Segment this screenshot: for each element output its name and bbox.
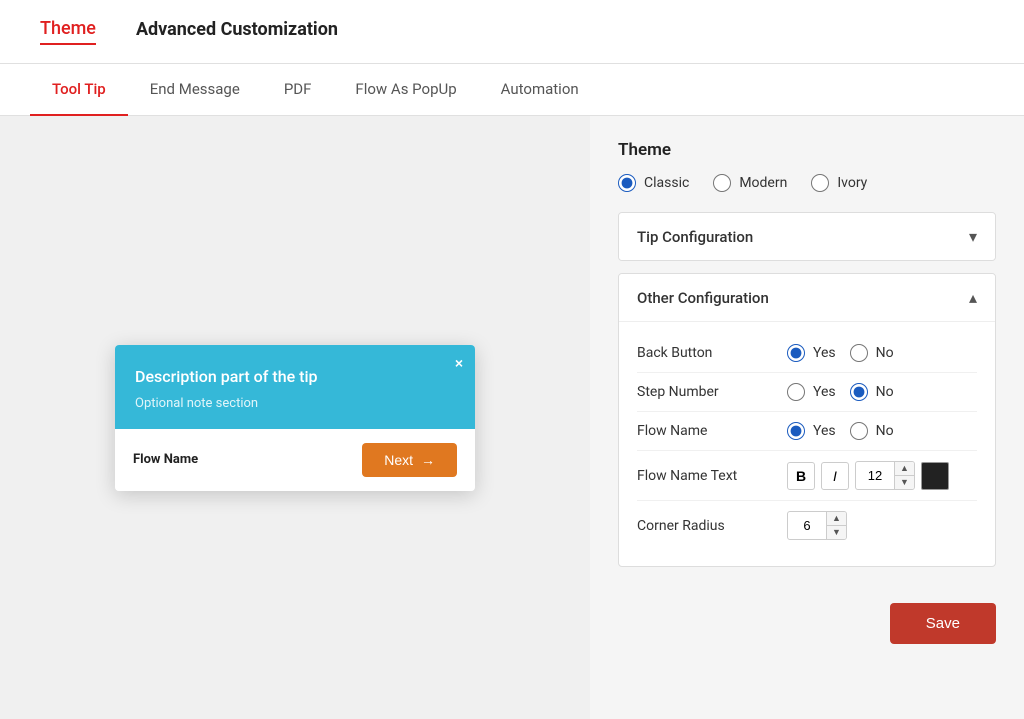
save-row: Save [618,583,996,644]
italic-button[interactable]: I [821,462,849,490]
step-number-controls: Yes No [787,383,894,401]
other-configuration-body: Back Button Yes No [619,321,995,566]
tab-flow-popup[interactable]: Flow As PopUp [333,64,478,116]
font-size-spinner: ▲ ▼ [894,462,914,489]
theme-section: Theme Classic Modern Ivory [618,140,996,192]
top-nav: Theme Advanced Customization [0,0,1024,64]
bold-button[interactable]: B [787,462,815,490]
tab-bar: Tool Tip End Message PDF Flow As PopUp A… [0,64,1024,116]
font-size-input-group: ▲ ▼ [855,461,915,490]
back-button-no-option[interactable]: No [850,344,894,362]
font-size-up-button[interactable]: ▲ [895,462,914,476]
flow-name-no-label: No [876,423,894,439]
theme-classic-option[interactable]: Classic [618,174,689,192]
flow-name-controls: Yes No [787,422,894,440]
preview-area: × Description part of the tip Optional n… [0,116,590,719]
color-swatch[interactable] [921,462,949,490]
back-button-no-radio[interactable] [850,344,868,362]
corner-radius-input[interactable] [788,514,826,537]
tab-tooltip[interactable]: Tool Tip [30,64,128,116]
app-container: Theme Advanced Customization Tool Tip En… [0,0,1024,719]
theme-ivory-radio[interactable] [811,174,829,192]
corner-radius-row: Corner Radius ▲ ▼ [637,501,977,550]
next-arrow-icon: → [421,452,435,468]
flow-name-no-radio[interactable] [850,422,868,440]
flow-name-label: Flow Name [133,452,198,467]
flow-name-yes-label: Yes [813,423,836,439]
main-content: × Description part of the tip Optional n… [0,116,1024,719]
back-button-yes-option[interactable]: Yes [787,344,836,362]
back-button-controls: Yes No [787,344,894,362]
tooltip-footer: Flow Name Next → [115,429,475,491]
tooltip-preview: × Description part of the tip Optional n… [115,345,475,491]
theme-ivory-label: Ivory [837,175,867,191]
back-button-label: Back Button [637,345,787,361]
corner-radius-down-button[interactable]: ▼ [827,526,846,539]
other-configuration-chevron: ▴ [969,288,977,307]
tooltip-note: Optional note section [135,396,455,411]
tooltip-title: Description part of the tip [135,367,455,386]
flow-name-row: Flow Name Yes No [637,412,977,451]
top-nav-advanced[interactable]: Advanced Customization [136,19,338,44]
back-button-no-label: No [876,345,894,361]
theme-modern-label: Modern [739,175,787,191]
tooltip-header: × Description part of the tip Optional n… [115,345,475,429]
flow-name-no-option[interactable]: No [850,422,894,440]
back-button-row: Back Button Yes No [637,334,977,373]
tab-pdf[interactable]: PDF [262,64,334,116]
tip-configuration-header[interactable]: Tip Configuration ▾ [619,213,995,260]
step-number-yes-label: Yes [813,384,836,400]
flow-name-text-row: Flow Name Text B I ▲ ▼ [637,451,977,501]
right-panel: Theme Classic Modern Ivory [590,116,1024,719]
save-button[interactable]: Save [890,603,996,644]
theme-modern-radio[interactable] [713,174,731,192]
step-number-no-option[interactable]: No [850,383,894,401]
theme-classic-label: Classic [644,175,689,191]
tab-end-message[interactable]: End Message [128,64,262,116]
step-number-label: Step Number [637,384,787,400]
step-number-yes-radio[interactable] [787,383,805,401]
top-nav-theme[interactable]: Theme [40,18,96,45]
next-button[interactable]: Next → [362,443,457,477]
font-size-input[interactable] [856,464,894,487]
next-button-label: Next [384,452,413,468]
step-number-yes-option[interactable]: Yes [787,383,836,401]
font-size-down-button[interactable]: ▼ [895,476,914,489]
theme-classic-radio[interactable] [618,174,636,192]
theme-ivory-option[interactable]: Ivory [811,174,867,192]
tooltip-close-button[interactable]: × [455,355,463,371]
theme-section-title: Theme [618,140,996,160]
flow-name-yes-radio[interactable] [787,422,805,440]
theme-radio-group: Classic Modern Ivory [618,174,996,192]
other-configuration-header[interactable]: Other Configuration ▴ [619,274,995,321]
corner-radius-input-group: ▲ ▼ [787,511,847,540]
corner-radius-label: Corner Radius [637,518,787,534]
flow-name-text-controls: B I ▲ ▼ [787,461,949,490]
theme-modern-option[interactable]: Modern [713,174,787,192]
other-configuration-section: Other Configuration ▴ Back Button Yes [618,273,996,567]
tab-automation[interactable]: Automation [479,64,601,116]
flow-name-row-label: Flow Name [637,423,787,439]
tip-configuration-section: Tip Configuration ▾ [618,212,996,261]
corner-radius-spinner: ▲ ▼ [826,512,846,539]
tip-configuration-label: Tip Configuration [637,228,753,246]
step-number-no-label: No [876,384,894,400]
flow-name-yes-option[interactable]: Yes [787,422,836,440]
corner-radius-up-button[interactable]: ▲ [827,512,846,526]
step-number-row: Step Number Yes No [637,373,977,412]
flow-name-text-label: Flow Name Text [637,468,787,484]
tip-configuration-chevron: ▾ [969,227,977,246]
back-button-yes-label: Yes [813,345,836,361]
other-configuration-label: Other Configuration [637,289,769,307]
back-button-yes-radio[interactable] [787,344,805,362]
step-number-no-radio[interactable] [850,383,868,401]
